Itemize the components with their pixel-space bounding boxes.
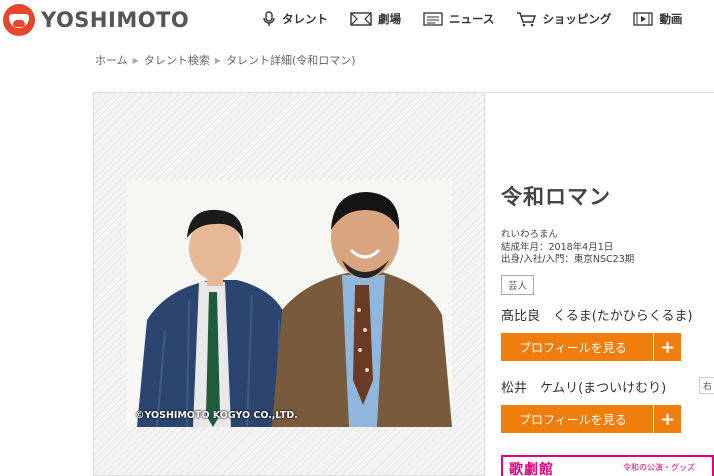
view-profile-label: プロフィールを見る bbox=[519, 340, 627, 355]
news-icon bbox=[423, 12, 443, 26]
microphone-icon bbox=[263, 11, 275, 26]
promo-banner[interactable]: 歌劇館 令和の公演・グッズ bbox=[501, 455, 714, 476]
page-title: 令和ロマン bbox=[501, 185, 611, 209]
breadcrumb-arrow-icon: ▶ bbox=[214, 55, 221, 65]
nav-news[interactable]: ニュース bbox=[423, 11, 494, 27]
origin-info: 出身/入社/入門：東京NSC23期 bbox=[501, 254, 635, 265]
video-icon bbox=[633, 12, 654, 26]
nav-shopping[interactable]: ショッピング bbox=[516, 11, 611, 27]
formed-date: 結成年月：2018年4月1日 bbox=[501, 241, 614, 253]
duo-portrait-illustration bbox=[127, 180, 452, 427]
nav-theater[interactable]: 劇場 bbox=[350, 11, 401, 27]
view-profile-label: プロフィールを見る bbox=[519, 412, 627, 427]
member-1-label: 髙比良 くるま(たかひらくるま) bbox=[501, 309, 693, 324]
view-profile-button-2[interactable]: プロフィールを見る + bbox=[501, 405, 681, 433]
member-position-badge: 右 bbox=[699, 377, 714, 394]
nav-shopping-label: ショッピング bbox=[542, 12, 612, 26]
view-profile-button-1[interactable]: プロフィールを見る + bbox=[501, 333, 681, 361]
promo-subtitle: 令和の公演・グッズ bbox=[623, 463, 695, 472]
member-2-label: 松井 ケムリ(まついけむり) bbox=[501, 381, 667, 396]
breadcrumb: ホーム ▶ タレント検索 ▶ タレント詳細(令和ロマン) bbox=[95, 52, 356, 68]
breadcrumb-current: タレント詳細(令和ロマン) bbox=[225, 54, 356, 67]
talent-photo: ©YOSHIMOTO KOGYO CO.,LTD. bbox=[127, 180, 452, 427]
site-header: YOSHIMOTO タレント 劇場 ニュース ショッピング 動画 bbox=[0, 0, 714, 40]
profile-meta: れいわろまん 結成年月：2018年4月1日 出身/入社/入門：東京NSC23期 bbox=[501, 229, 634, 267]
yoshimoto-logo[interactable]: YOSHIMOTO bbox=[3, 4, 189, 36]
nav-news-label: ニュース bbox=[449, 12, 495, 26]
nav-talent[interactable]: タレント bbox=[262, 11, 328, 27]
breadcrumb-talent-search[interactable]: タレント検索 bbox=[144, 52, 210, 68]
nav-video-label: 動画 bbox=[659, 12, 683, 26]
name-reading: れいわろまん bbox=[501, 229, 559, 240]
nav-talent-label: タレント bbox=[282, 12, 328, 26]
cart-icon bbox=[517, 12, 537, 27]
member-name-2: 松井 ケムリ(まついけむり) 右 bbox=[501, 377, 714, 396]
plus-icon: + bbox=[653, 333, 681, 361]
logo-mouth-icon bbox=[3, 4, 35, 36]
nav-theater-label: 劇場 bbox=[378, 12, 401, 26]
member-name-1: 髙比良 くるま(たかひらくるま) bbox=[501, 305, 693, 324]
category-tag[interactable]: 芸人 bbox=[501, 275, 535, 295]
logo-text: YOSHIMOTO bbox=[41, 8, 190, 32]
nav-video[interactable]: 動画 bbox=[633, 11, 682, 27]
promo-title: 歌劇館 bbox=[509, 462, 554, 476]
profile-info-panel: 令和ロマン れいわろまん 結成年月：2018年4月1日 出身/入社/入門：東京N… bbox=[486, 92, 714, 476]
plus-icon: + bbox=[653, 405, 681, 433]
breadcrumb-arrow-icon: ▶ bbox=[132, 55, 139, 65]
main-nav: タレント 劇場 ニュース ショッピング 動画 bbox=[262, 8, 704, 30]
photo-panel: ©YOSHIMOTO KOGYO CO.,LTD. bbox=[93, 92, 485, 476]
theater-icon bbox=[350, 12, 372, 26]
copyright-text: ©YOSHIMOTO KOGYO CO.,LTD. bbox=[135, 410, 298, 421]
breadcrumb-home[interactable]: ホーム bbox=[95, 52, 128, 68]
